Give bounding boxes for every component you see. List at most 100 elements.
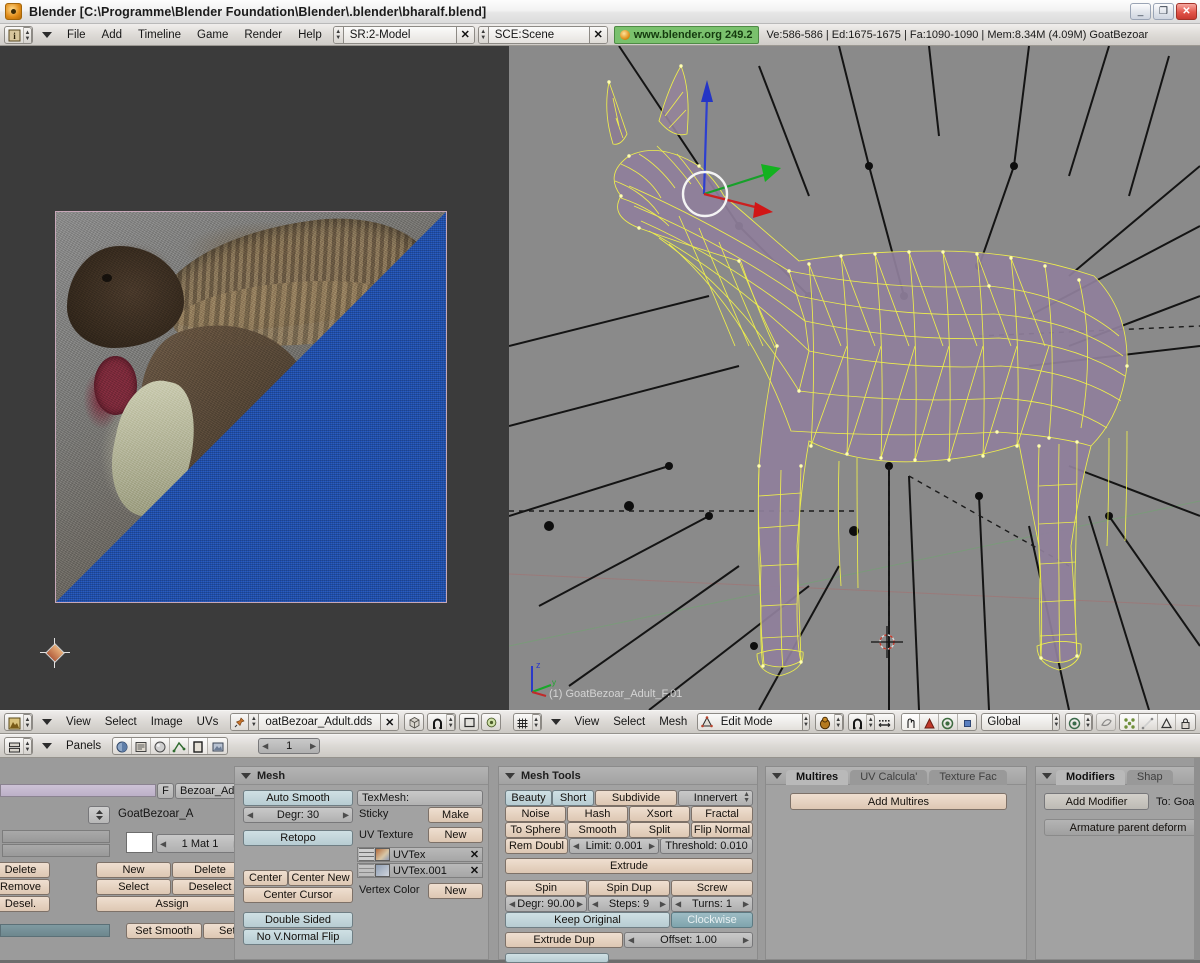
tab-texture-face[interactable]: Texture Fac [929,769,1007,785]
uv-layer-delete-1[interactable]: ✕ [467,848,482,861]
edge-select-icon[interactable] [1139,714,1158,730]
xsort-button[interactable]: Xsort [629,806,690,822]
short-button[interactable]: Short [552,790,594,806]
version-badge[interactable]: www.blender.org 249.2 [613,25,759,44]
orientation-spinner[interactable]: ▲ ▼ [1052,714,1059,730]
mesh-panel-header[interactable]: Mesh [235,767,488,785]
material-list-row2[interactable] [2,844,110,857]
close-button[interactable]: ✕ [1176,3,1197,20]
panels-menu[interactable]: Panels [59,735,108,757]
buttons-window-scrollbar[interactable] [1194,758,1200,960]
mesh-tools-panel-header[interactable]: Mesh Tools [499,767,757,785]
manipulator-translate-icon[interactable] [958,714,977,730]
scene-spinner[interactable]: ▲ ▼ [478,26,489,43]
uv-image-spinner[interactable]: ▲ ▼ [249,714,260,730]
screen-delete-button[interactable]: ✕ [455,26,474,43]
split-button[interactable]: Split [629,822,690,838]
draw-type-selector[interactable]: ▲ ▼ [815,713,844,731]
v3d-menu-mesh[interactable]: Mesh [652,711,694,733]
screen-selector[interactable]: ▲ ▼ SR:2-Model ✕ [332,25,475,44]
uv-menu-image[interactable]: Image [144,711,190,733]
screen-spinner[interactable]: ▲ ▼ [333,26,344,43]
pin-icon[interactable] [231,714,250,730]
render-preview-icon[interactable] [1096,713,1117,731]
assign-material-button[interactable]: Assign [96,896,248,912]
deselect-material-button[interactable]: Desel. [0,896,50,912]
occlude-background-icon[interactable] [849,714,868,730]
subdivide-button[interactable]: Subdivide [595,790,677,806]
uv-menu-view[interactable]: View [59,711,98,733]
scene-selector[interactable]: ▲ ▼ SCE:Scene ✕ [477,25,608,44]
menu-file[interactable]: File [59,25,94,45]
v3d-collapse-menu-icon[interactable] [550,719,561,725]
uv-menu-select[interactable]: Select [98,711,144,733]
to-sphere-button[interactable]: To Sphere [505,822,566,838]
texmesh-field[interactable]: TexMesh: [357,790,483,806]
screw-button[interactable]: Screw [671,880,753,896]
beauty-button[interactable]: Beauty [505,790,552,806]
flip-normal-button[interactable]: Flip Normal [691,822,753,838]
uv-menu-uvs[interactable]: UVs [190,711,226,733]
select-mode-group[interactable] [1119,713,1197,731]
material-color-swatch[interactable] [126,832,153,853]
lock-icon[interactable] [1176,714,1195,730]
v3d-window-type-spinner[interactable]: ▲ ▼ [532,714,541,730]
menu-timeline[interactable]: Timeline [130,25,189,45]
uv-image-selector[interactable]: ▲ ▼ oatBezoar_Adult.dds ✕ [230,713,400,731]
material-list-row1[interactable] [2,830,110,843]
uv-image-delete-button[interactable]: ✕ [380,714,399,730]
armature-modifier-entry[interactable]: Armature parent deform [1044,819,1200,836]
scene-icon[interactable] [208,738,227,754]
uv-texture-new-button[interactable]: New [428,827,483,843]
center-cursor-button[interactable]: Center Cursor [243,887,353,903]
fractal-button[interactable]: Fractal [691,806,753,822]
multires-collapse-icon[interactable] [772,772,782,779]
tab-shapes[interactable]: Shap [1126,769,1173,785]
occlude-spinner[interactable]: ▲ ▼ [867,714,876,730]
2d-cursor-icon[interactable] [40,638,70,668]
proportional-falloff-icon[interactable] [920,714,940,730]
uv-layer-delete-2[interactable]: ✕ [467,864,482,877]
material-icon[interactable] [151,738,171,754]
threshold-field[interactable]: Threshold: 0.010 [660,838,753,854]
hash-button[interactable]: Hash [567,806,628,822]
menu-help[interactable]: Help [290,25,330,45]
panels-collapse-icon[interactable] [42,743,52,749]
modifiers-collapse-icon[interactable] [1042,772,1052,779]
material-index-field[interactable]: ◀ 1 Mat 1 ▶ [156,834,244,853]
spin-turns-field[interactable]: ◀ Turns: 1 ▶ [671,896,753,912]
magnet-group[interactable]: ▲ ▼ [427,713,457,731]
uv-image-canvas[interactable] [55,211,447,603]
proportional-edit-group[interactable] [900,713,978,731]
multires-panel-header[interactable]: Multires UV Calcula' Texture Fac [766,767,1026,785]
package-icon[interactable] [404,713,425,731]
magnet-icon[interactable] [428,714,448,730]
delete-material-button[interactable]: Delete [0,862,50,878]
innervert-selector[interactable]: Innervert ▲ ▼ [678,790,753,806]
add-modifier-button[interactable]: Add Modifier [1044,793,1149,810]
interaction-mode-selector[interactable]: Edit Mode ▲ ▼ [697,713,811,731]
menu-render[interactable]: Render [236,25,290,45]
snap-spinner[interactable]: ▲ ▼ [1084,714,1093,730]
face-select-icon[interactable] [1158,714,1177,730]
proportional-edit-off-icon[interactable] [901,714,921,730]
frame-field[interactable]: ◀ 1 ▶ [258,738,321,754]
mode-spinner[interactable]: ▲ ▼ [801,714,810,730]
clockwise-button[interactable]: Clockwise [671,912,753,928]
shading-icon[interactable] [113,738,133,754]
spin-dup-button[interactable]: Spin Dup [588,880,670,896]
transform-orientation-selector[interactable]: Global ▲ ▼ [981,713,1060,731]
window-type-selector[interactable]: i ▲ ▼ [4,25,33,44]
menu-game[interactable]: Game [189,25,236,45]
rem-doubles-button[interactable]: Rem Doubl [505,838,568,854]
frame-next-icon[interactable]: ▶ [310,742,316,751]
occlude-group[interactable]: ▲ ▼ [847,713,895,731]
buttons-window-spinner[interactable]: ▲ ▼ [24,738,32,754]
pivot-median-icon[interactable] [939,714,958,730]
3d-viewport[interactable]: z y (1) GoatBezoar_Adult_F.01 [509,46,1200,710]
autotexspace-bar[interactable] [0,924,110,937]
new-material-button[interactable]: New [96,862,171,878]
physics-icon[interactable] [170,738,190,754]
add-multires-button[interactable]: Add Multires [790,793,1007,810]
texture-paint-icon[interactable] [481,713,502,731]
